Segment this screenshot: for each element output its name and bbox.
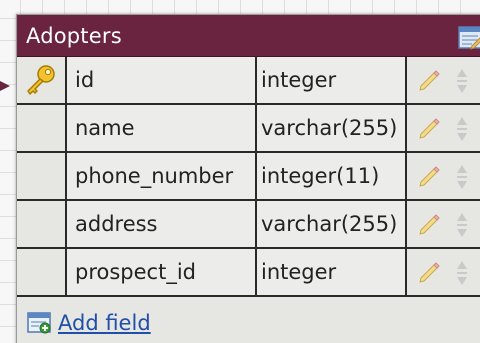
field-type[interactable]: integer(11) (257, 153, 407, 199)
pencil-icon[interactable] (417, 260, 441, 284)
table-footer: Add field (17, 297, 480, 343)
sort-handle-icon[interactable] (455, 259, 469, 287)
relation-arrow (0, 81, 10, 91)
sort-handle-icon[interactable] (455, 163, 469, 191)
pencil-icon[interactable] (417, 164, 441, 188)
field-key-cell (17, 201, 67, 247)
field-actions (407, 201, 480, 247)
sort-handle-icon[interactable] (455, 211, 469, 239)
field-actions (407, 57, 480, 103)
field-actions (407, 105, 480, 151)
add-field-icon (27, 312, 51, 334)
field-name[interactable]: prospect_id (67, 249, 257, 295)
field-key-cell (17, 57, 67, 103)
field-key-cell (17, 153, 67, 199)
field-name[interactable]: name (67, 105, 257, 151)
pencil-icon[interactable] (417, 68, 441, 92)
sort-handle-icon[interactable] (455, 115, 469, 143)
field-list: id integer name varchar(255) phone_numbe… (17, 57, 480, 297)
add-field-button[interactable]: Add field (27, 311, 151, 335)
field-row[interactable]: prospect_id integer (17, 249, 480, 297)
field-row[interactable]: id integer (17, 57, 480, 105)
pencil-icon[interactable] (417, 116, 441, 140)
field-type[interactable]: varchar(255) (257, 201, 407, 247)
field-name[interactable]: address (67, 201, 257, 247)
field-key-cell (17, 105, 67, 151)
table-header[interactable]: Adopters (17, 15, 480, 57)
field-row[interactable]: address varchar(255) (17, 201, 480, 249)
sort-handle-icon[interactable] (455, 67, 469, 95)
pencil-icon[interactable] (417, 212, 441, 236)
edit-table-icon[interactable] (458, 24, 480, 50)
table-box-adopters[interactable]: Adopters id integer name varchar(255) ph… (16, 14, 480, 343)
field-name[interactable]: phone_number (67, 153, 257, 199)
field-name[interactable]: id (67, 57, 257, 103)
field-actions (407, 153, 480, 199)
field-type[interactable]: varchar(255) (257, 105, 407, 151)
field-type[interactable]: integer (257, 249, 407, 295)
key-icon (27, 65, 55, 95)
field-key-cell (17, 249, 67, 295)
add-field-label[interactable]: Add field (58, 311, 151, 335)
field-actions (407, 249, 480, 295)
field-type[interactable]: integer (257, 57, 407, 103)
field-row[interactable]: name varchar(255) (17, 105, 480, 153)
table-title: Adopters (26, 23, 122, 48)
field-row[interactable]: phone_number integer(11) (17, 153, 480, 201)
